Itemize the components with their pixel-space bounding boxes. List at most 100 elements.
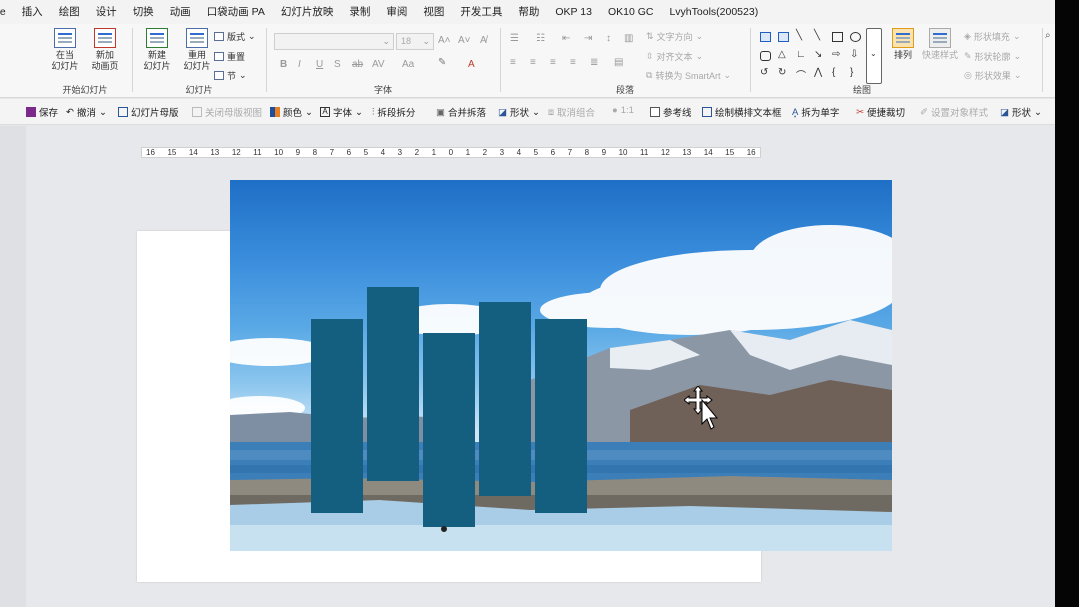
bar-shape-1[interactable] (311, 319, 363, 513)
bold-icon[interactable]: B (280, 59, 287, 70)
merge-split-button[interactable]: ▣ 合并拆落 (436, 105, 486, 120)
convert-smartart-button[interactable]: ⧉ 转换为 SmartArt ⌄ (646, 69, 731, 82)
guides-checkbox[interactable]: 参考线 (650, 105, 692, 119)
split-button[interactable]: ⫶ 拆段拆分 (372, 105, 415, 120)
text-columns-icon[interactable]: ▤ (614, 57, 623, 68)
strikethrough-icon[interactable]: ab (352, 59, 363, 70)
down-arrow-shape-icon[interactable]: ⇩ (850, 49, 858, 60)
font-size-combobox[interactable]: 18 ⌄ (396, 33, 434, 50)
shape-effects-button[interactable]: ◎ 形状效果 ⌄ (964, 69, 1021, 82)
tab-help[interactable]: 帮助 (510, 0, 547, 24)
font-button[interactable]: A 字体 ⌄ (320, 105, 363, 119)
increase-font-icon[interactable]: A˄ (438, 35, 451, 46)
right-arrow-shape-icon[interactable]: ⇨ (832, 49, 840, 60)
bullets-icon[interactable]: ☰ (510, 33, 519, 44)
ratio-button[interactable]: ● 1:1 (612, 105, 634, 116)
char-spacing-icon[interactable]: AV (372, 59, 385, 70)
scribble-shape-icon[interactable]: ↻ (778, 67, 786, 78)
new-animation-page-button[interactable]: 新加 动画页 (86, 28, 124, 76)
rounded-rect-shape-icon[interactable] (760, 51, 771, 61)
triangle-shape-icon[interactable]: △ (778, 49, 786, 60)
tab-okp[interactable]: OKP 13 (547, 0, 600, 24)
bar-shape-2[interactable] (367, 287, 419, 481)
shapes-gallery-scroll[interactable]: ⌄ (866, 28, 882, 84)
tab-slideshow[interactable]: 幻灯片放映 (273, 0, 342, 24)
connector-arrow-icon[interactable]: ↘ (814, 49, 822, 60)
slide-master-button[interactable]: 幻灯片母版 (118, 105, 179, 119)
elbow-connector-icon[interactable]: ∟ (796, 49, 806, 60)
vertical-textbox-shape-icon[interactable] (778, 32, 789, 42)
columns-icon[interactable]: ▥ (624, 33, 633, 44)
line-spacing-icon[interactable]: ↕ (606, 33, 611, 44)
freeform-shape-icon[interactable]: ↺ (760, 67, 768, 78)
split-chars-button[interactable]: A͓ 拆为单字 (792, 105, 839, 120)
align-right-icon[interactable]: ≡ (550, 57, 556, 68)
text-direction-button[interactable]: ⇅ 文字方向 ⌄ (646, 30, 703, 43)
decrease-indent-icon[interactable]: ⇤ (562, 33, 570, 44)
quick-cut-button[interactable]: ✂ 便捷裁切 (856, 105, 905, 120)
justify-icon[interactable]: ≡ (570, 57, 576, 68)
align-left-icon[interactable]: ≡ (510, 57, 516, 68)
tab-insert[interactable]: 插入 (14, 0, 51, 24)
set-object-style-button[interactable]: ✐ 设置对象样式 (920, 105, 988, 120)
shadow-icon[interactable]: S (334, 59, 341, 70)
tab-design[interactable]: 设计 (88, 0, 125, 24)
tab-record[interactable]: 录制 (341, 0, 378, 24)
layout-button[interactable]: 版式 ⌄ (214, 30, 256, 43)
from-current-button[interactable]: 在当 幻灯片 (46, 28, 84, 76)
brace-left-icon[interactable]: { (832, 67, 835, 78)
increase-indent-icon[interactable]: ⇥ (584, 33, 592, 44)
selection-handle[interactable] (441, 526, 447, 532)
font-color-icon[interactable]: A (468, 59, 475, 70)
reset-button[interactable]: 重置 (214, 50, 245, 63)
shape-button[interactable]: ◪ 形状 ⌄ (498, 105, 540, 120)
oval-shape-icon[interactable] (850, 32, 861, 42)
align-text-button[interactable]: ⇳ 对齐文本 ⌄ (646, 50, 703, 63)
close-master-button[interactable]: 关闭母版视图 (192, 105, 262, 119)
tab-design-partial[interactable]: de (0, 0, 14, 24)
curve-shape-icon[interactable]: ⋀ (814, 67, 822, 78)
numbering-icon[interactable]: ☷ (536, 33, 545, 44)
bar-shape-4[interactable] (479, 302, 531, 496)
tab-draw[interactable]: 绘图 (51, 0, 88, 24)
font-name-combobox[interactable]: ⌄ (274, 33, 394, 50)
new-slide-button[interactable]: 新建 幻灯片 (138, 28, 176, 76)
arrange-button[interactable]: 排列 (884, 28, 922, 76)
decrease-font-icon[interactable]: A˅ (458, 35, 471, 46)
undo-button[interactable]: ↶ 撤消 ⌄ (66, 105, 107, 120)
change-case-icon[interactable]: Aa (402, 59, 414, 70)
tab-view[interactable]: 视图 (415, 0, 452, 24)
section-button[interactable]: 节 ⌄ (214, 69, 247, 82)
color-button[interactable]: 颜色 ⌄ (270, 105, 313, 119)
find-icon[interactable]: ⌕ (1045, 30, 1051, 41)
save-button[interactable]: 保存 (26, 105, 58, 119)
arc-shape-icon[interactable]: ⌒ (796, 67, 806, 82)
underline-icon[interactable]: U (316, 59, 323, 70)
bar-shape-5[interactable] (535, 319, 587, 513)
bar-shape-3[interactable] (423, 333, 475, 527)
shape-button-2[interactable]: ◪ 形状 ⌄ (1000, 105, 1042, 120)
draw-textbox-button[interactable]: 绘制横排文本框 (702, 105, 782, 119)
arrow-shape-icon[interactable]: ╲ (814, 30, 820, 41)
tab-animations[interactable]: 动画 (162, 0, 199, 24)
tab-transitions[interactable]: 切换 (125, 0, 162, 24)
reuse-slide-button[interactable]: 重用 幻灯片 (178, 28, 216, 76)
rectangle-shape-icon[interactable] (832, 32, 843, 42)
clear-format-icon[interactable]: A̸ (480, 35, 487, 46)
tab-lvyhtools[interactable]: LvyhTools(200523) (661, 0, 766, 24)
line-shape-icon[interactable]: ╲ (796, 30, 802, 41)
italic-icon[interactable]: I (298, 59, 301, 70)
tab-developer[interactable]: 开发工具 (452, 0, 510, 24)
distribute-icon[interactable]: ≣ (590, 57, 598, 68)
brace-right-icon[interactable]: } (850, 67, 853, 78)
shape-fill-button[interactable]: ◈ 形状填充 ⌄ (964, 30, 1020, 43)
ungroup-button[interactable]: ⧈ 取消组合 (548, 105, 595, 120)
highlight-icon[interactable]: ✎ (438, 57, 446, 68)
textbox-shape-icon[interactable] (760, 32, 771, 42)
shape-outline-button[interactable]: ✎ 形状轮廓 ⌄ (964, 50, 1021, 63)
tab-ok10gc[interactable]: OK10 GC (600, 0, 662, 24)
tab-pocket-animation[interactable]: 口袋动画 PA (199, 0, 273, 24)
quick-styles-button[interactable]: 快速样式 (920, 28, 960, 76)
align-center-icon[interactable]: ≡ (530, 57, 536, 68)
tab-review[interactable]: 审阅 (378, 0, 415, 24)
